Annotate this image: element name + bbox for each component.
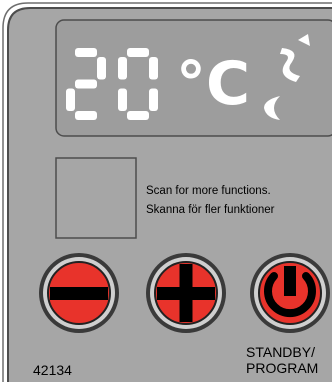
minus-icon bbox=[50, 287, 108, 300]
temperature-digits-text: 20 bbox=[0, 0, 2, 1]
minus-button[interactable] bbox=[39, 253, 119, 333]
plus-button[interactable] bbox=[146, 253, 226, 333]
standby-label-line1: STANDBY/ bbox=[246, 344, 315, 360]
standby-label-line2: PROGRAM bbox=[246, 360, 318, 376]
model-number: 42134 bbox=[33, 362, 72, 378]
qr-code-area bbox=[55, 157, 137, 239]
standby-program-button[interactable] bbox=[250, 253, 330, 333]
control-panel: 20 °C Scan for more functions. Skanna fö… bbox=[0, 0, 332, 382]
scan-text-swedish: Skanna för fler funktioner bbox=[146, 204, 275, 216]
unit-label: °C bbox=[176, 49, 250, 119]
scan-text-english: Scan for more functions. bbox=[146, 185, 271, 197]
